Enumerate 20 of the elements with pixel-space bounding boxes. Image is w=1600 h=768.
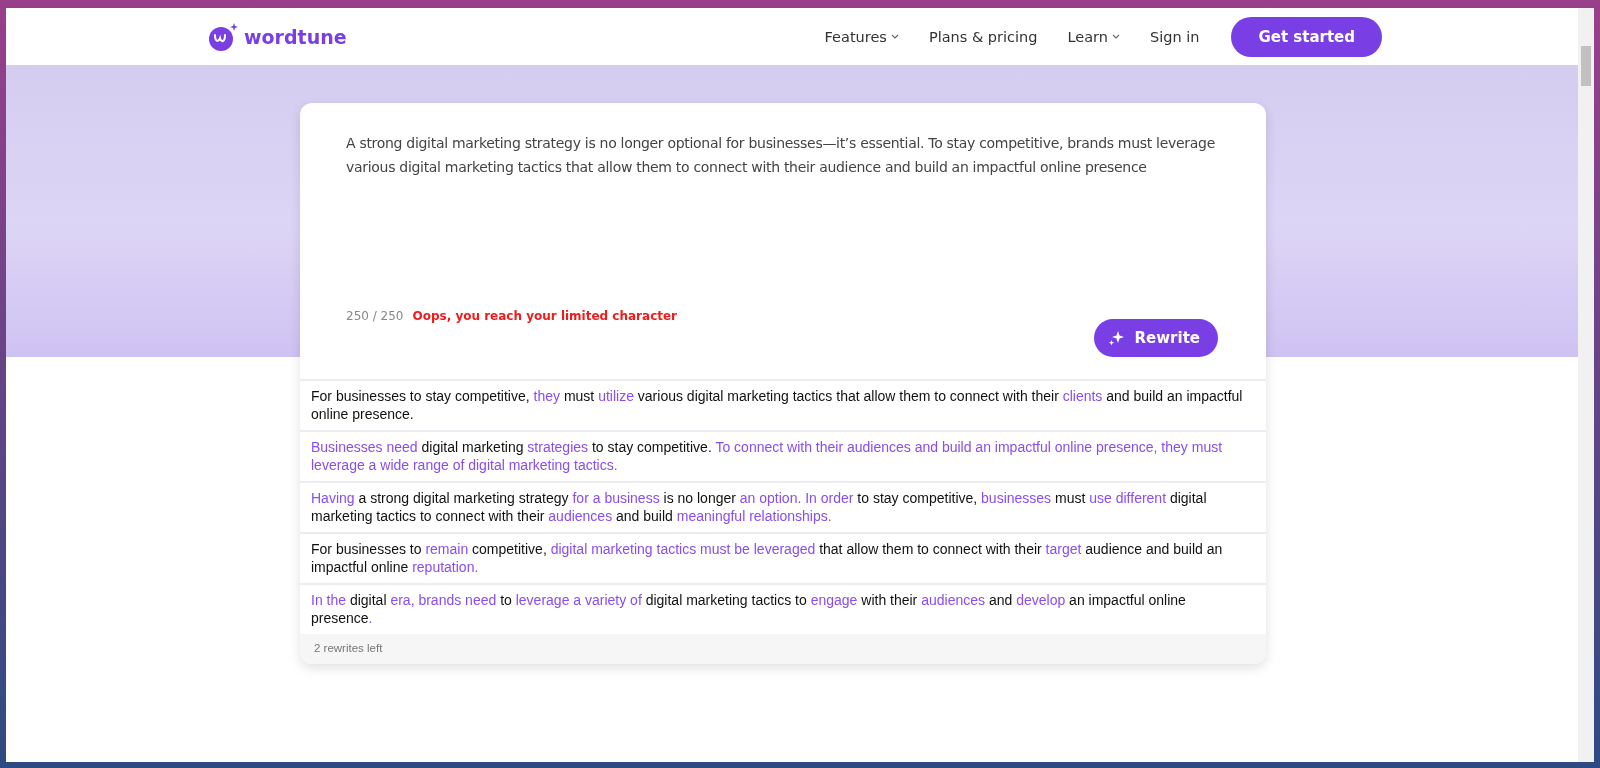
nav-link[interactable]: Learn xyxy=(1067,28,1120,45)
limit-warning: Oops, you reach your limited character xyxy=(412,309,678,323)
nav-link[interactable]: Plans & pricing xyxy=(928,28,1038,45)
rewrites-left-text: 2 rewrites left xyxy=(300,634,1266,664)
rewrite-suggestion[interactable]: For businesses to remain competitive, digital marketing tactics must be leveraged that allow them to connect with their target audience and build an impactful online reputation. xyxy=(300,532,1266,583)
character-counter: 250 / 250 xyxy=(346,309,404,323)
rewrite-suggestion[interactable]: For businesses to stay competitive, they must utilize various digital marketing tactics that allow them to connect with their clients and build an impactful online presence. xyxy=(300,379,1266,430)
nav-link[interactable]: Features xyxy=(824,28,899,45)
rewrite-suggestion[interactable]: Businesses need digital marketing strategies to stay competitive. To connect with their audiences and build an impactful online presence, they must leverage a wide range of digital marketing tactics. xyxy=(300,430,1266,481)
get-started-button[interactable]: Get started xyxy=(1231,16,1382,57)
rewrite-suggestion[interactable]: Having a strong digital marketing strategy for a business is no longer an option. In order to stay competitive, businesses must use different digital marketing tactics to connect with their audiences and build meaningful relationships. xyxy=(300,481,1266,532)
sparkles-icon xyxy=(1107,329,1126,347)
input-text[interactable]: A strong digital marketing strategy is no longer optional for businesses—it’s essential. To stay competitive, brands must leverage various digital marketing tactics that allow them to connect with their audience and build an impactful online presence xyxy=(346,131,1218,179)
chevron-down-icon xyxy=(1111,34,1120,39)
logo-icon xyxy=(208,21,238,52)
nav-link[interactable]: Sign in xyxy=(1149,28,1200,45)
rewrite-button[interactable]: Rewrite xyxy=(1093,319,1218,357)
scrollbar[interactable] xyxy=(1578,8,1594,762)
logo-text[interactable]: wordtune xyxy=(244,25,347,48)
chevron-down-icon xyxy=(890,34,899,39)
